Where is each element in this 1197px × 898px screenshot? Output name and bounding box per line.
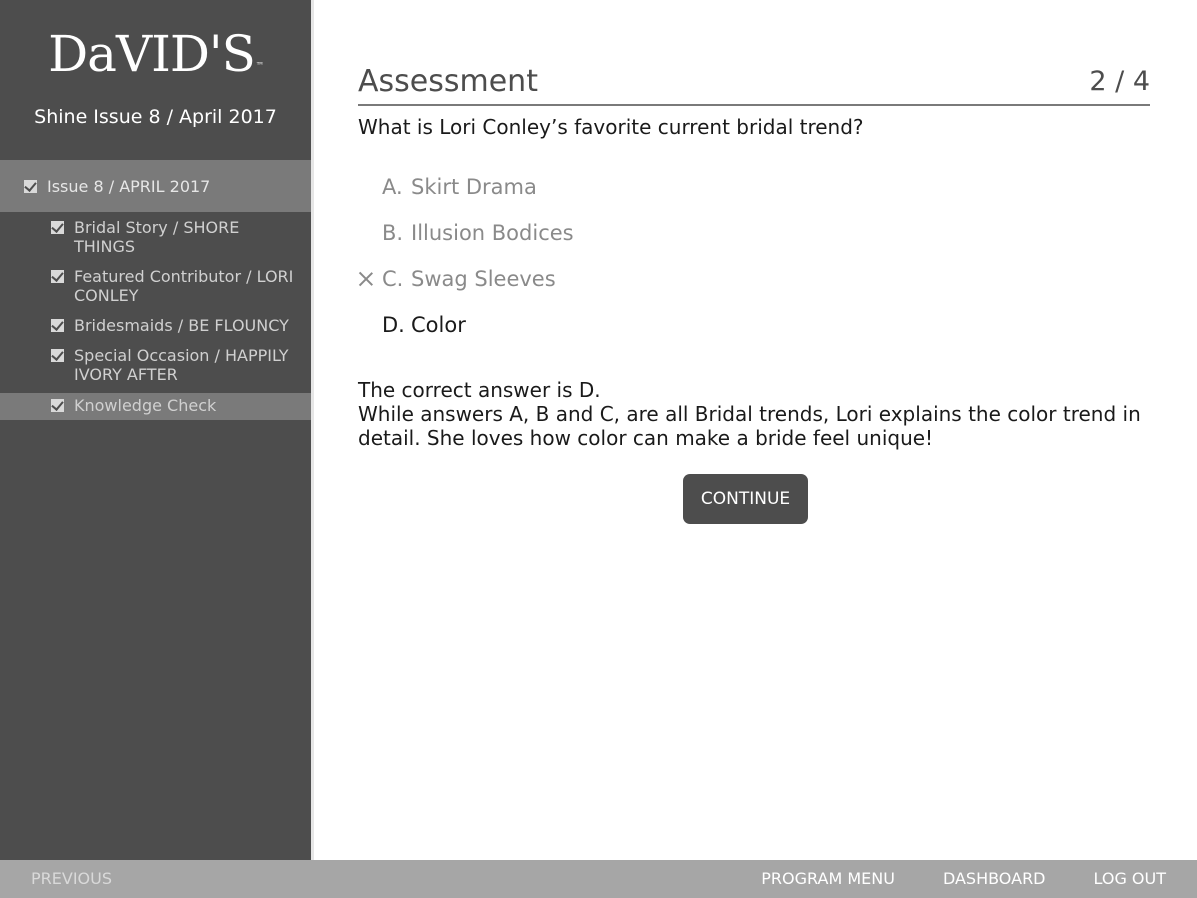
nav-item-bridesmaids[interactable]: Bridesmaids / BE FLOUNCY — [0, 314, 311, 337]
dashboard-link[interactable]: DASHBOARD — [943, 869, 1046, 888]
course-nav: Issue 8 / APRIL 2017 Bridal Story / SHOR… — [0, 160, 311, 427]
nav-item-label: Bridal Story / SHORE THINGS — [74, 218, 240, 256]
checkbox-checked-icon — [51, 221, 64, 234]
trademark-mark: ™ — [255, 61, 264, 70]
option-letter: B. — [382, 221, 404, 245]
checkbox-checked-icon — [51, 270, 64, 283]
incorrect-x-icon — [358, 271, 373, 286]
option-text: Swag Sleeves — [411, 267, 556, 291]
answer-feedback: The correct answer is D. While answers A… — [358, 378, 1150, 450]
option-letter: C. — [382, 267, 404, 291]
answer-option-a[interactable]: A. Skirt Drama — [358, 164, 1150, 210]
option-text: Skirt Drama — [411, 175, 537, 199]
davids-logo: DaVID'S™ — [0, 24, 311, 84]
logo-text: DaVID'S — [48, 25, 256, 83]
nav-item-label: Bridesmaids / BE FLOUNCY — [74, 316, 289, 335]
nav-item-label: Knowledge Check — [74, 396, 217, 415]
sidebar: DaVID'S™ Shine Issue 8 / April 2017 Issu… — [0, 0, 311, 860]
assessment-header: Assessment 2 / 4 — [358, 62, 1150, 106]
answer-options: A. Skirt Drama B. Illusion Bodices C. Sw… — [358, 164, 1150, 348]
checkbox-checked-icon — [51, 399, 64, 412]
checkbox-checked-icon — [51, 349, 64, 362]
nav-item-label: Special Occasion / HAPPILY IVORY AFTER — [74, 346, 289, 384]
answer-option-b[interactable]: B. Illusion Bodices — [358, 210, 1150, 256]
course-title: Shine Issue 8 / April 2017 — [34, 106, 277, 128]
nav-item-label: Featured Contributor / LORI CONLEY — [74, 267, 294, 305]
page-title: Assessment — [358, 64, 538, 99]
option-text: Illusion Bodices — [411, 221, 574, 245]
nav-item-special-occasion[interactable]: Special Occasion / HAPPILY IVORY AFTER — [0, 344, 311, 386]
logout-link[interactable]: LOG OUT — [1094, 869, 1167, 888]
nav-item-featured-contributor[interactable]: Featured Contributor / LORI CONLEY — [0, 265, 311, 307]
nav-item-bridal-story[interactable]: Bridal Story / SHORE THINGS — [0, 216, 311, 258]
nav-sub-list: Bridal Story / SHORE THINGS Featured Con… — [0, 212, 311, 420]
checkbox-checked-icon — [24, 179, 37, 193]
sidebar-divider — [311, 0, 314, 860]
option-text: Color — [411, 313, 466, 337]
nav-item-knowledge-check[interactable]: Knowledge Check — [0, 393, 311, 420]
previous-button[interactable]: PREVIOUS — [31, 869, 112, 888]
option-letter: A. — [382, 175, 403, 199]
question-progress: 2 / 4 — [1089, 66, 1150, 97]
footer-nav: PREVIOUS PROGRAM MENU DASHBOARD LOG OUT — [0, 860, 1197, 898]
nav-item-issue[interactable]: Issue 8 / APRIL 2017 — [0, 160, 311, 212]
question-text: What is Lori Conley’s favorite current b… — [358, 115, 864, 139]
continue-button[interactable]: CONTINUE — [683, 474, 808, 524]
nav-item-label: Issue 8 / APRIL 2017 — [47, 176, 211, 196]
program-menu-link[interactable]: PROGRAM MENU — [761, 869, 895, 888]
feedback-correct-answer: The correct answer is D. — [358, 378, 601, 402]
checkbox-checked-icon — [51, 319, 64, 332]
option-letter: D. — [382, 313, 405, 337]
footer-links: PROGRAM MENU DASHBOARD LOG OUT — [761, 869, 1166, 888]
answer-option-d[interactable]: D. Color — [358, 302, 1150, 348]
feedback-explanation: While answers A, B and C, are all Bridal… — [358, 402, 1141, 450]
answer-option-c[interactable]: C. Swag Sleeves — [358, 256, 1150, 302]
